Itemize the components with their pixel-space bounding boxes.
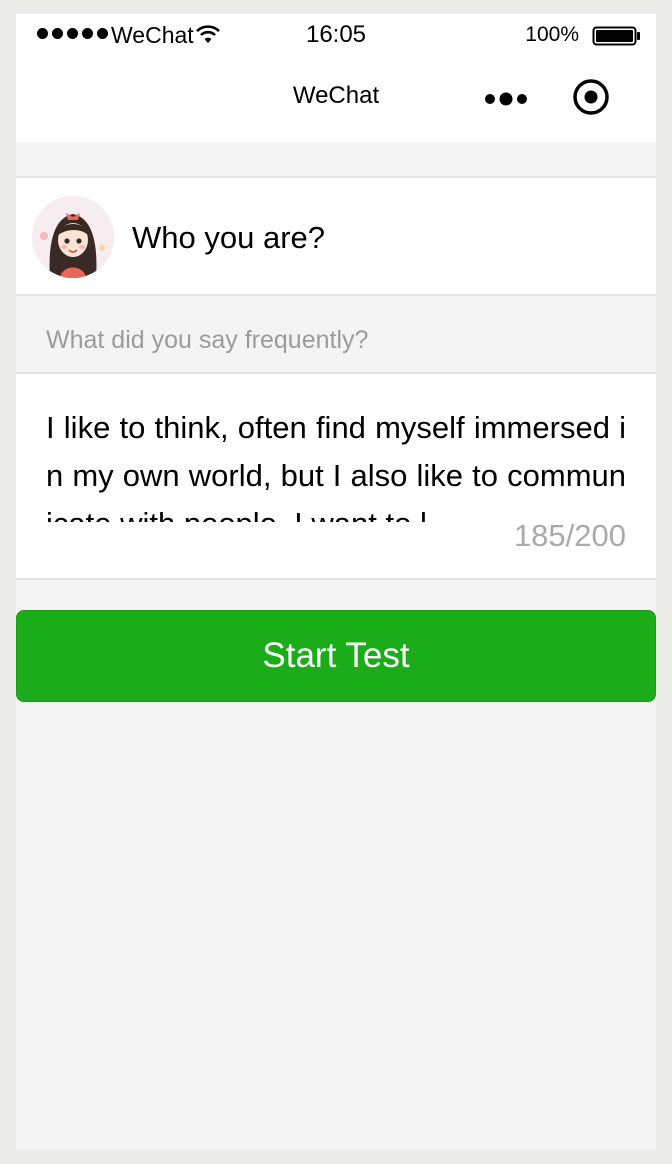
nav-title: WeChat [292,82,380,109]
battery-percent: 100% [525,23,579,46]
start-test-button[interactable]: Start Test [16,610,656,702]
status-bar: WeChat 16:05 100% [16,14,656,54]
phone-screen: WeChat 16:05 100% WeChat Who you are? Wh… [16,14,656,1150]
avatar [32,196,114,278]
nav-bar: WeChat [16,54,656,142]
section-label: What did you say frequently? [46,326,369,354]
record-icon[interactable] [572,78,610,116]
profile-name: Who you are? [132,220,325,255]
battery-icon [592,26,640,46]
phrase-text[interactable]: I like to think, often find myself immer… [46,404,626,522]
phrase-textarea[interactable]: I like to think, often find myself immer… [16,372,656,580]
profile-row[interactable]: Who you are? [16,176,656,296]
more-icon[interactable] [482,92,530,106]
character-counter: 185/200 [507,518,626,554]
